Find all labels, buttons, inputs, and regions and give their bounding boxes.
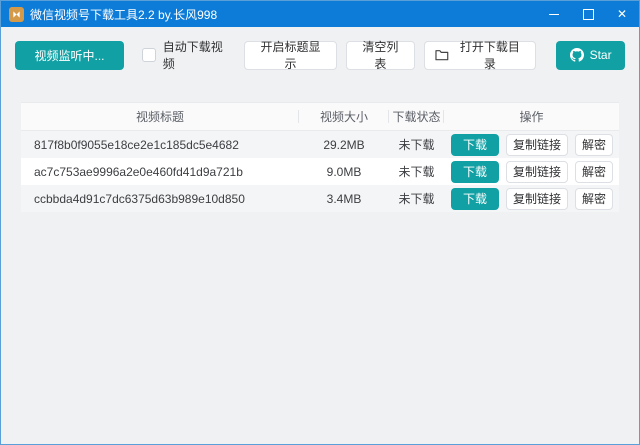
header-actions: 操作 (444, 103, 619, 130)
minimize-button[interactable] (537, 1, 571, 27)
video-title-cell: 817f8b0f9055e18ce2e1c185dc5e4682 (21, 138, 299, 152)
header-video-size: 视频大小 (299, 103, 389, 130)
table-row: ac7c753ae9996a2e0e460fd41d9a721b 9.0MB 未… (21, 158, 619, 185)
maximize-icon (583, 9, 594, 20)
title-bar: 微信视频号下载工具2.2 by.长风998 ✕ (1, 1, 639, 27)
video-size-cell: 3.4MB (299, 192, 389, 206)
star-button-label: Star (590, 48, 612, 62)
video-size-cell: 29.2MB (299, 138, 389, 152)
open-download-dir-button[interactable]: 打开下载目录 (424, 41, 536, 70)
toggle-title-display-button[interactable]: 开启标题显示 (244, 41, 337, 70)
header-video-title: 视频标题 (21, 103, 299, 130)
row-actions: 下载 复制链接 解密 (444, 188, 619, 210)
table-body: 817f8b0f9055e18ce2e1c185dc5e4682 29.2MB … (21, 131, 619, 212)
close-button[interactable]: ✕ (605, 1, 639, 27)
folder-icon (435, 49, 449, 61)
download-status-cell: 未下载 (389, 163, 444, 180)
download-button[interactable]: 下载 (451, 134, 499, 156)
row-actions: 下载 复制链接 解密 (444, 161, 619, 183)
wechat-channels-icon (11, 9, 22, 20)
video-size-cell: 9.0MB (299, 165, 389, 179)
window-controls: ✕ (537, 1, 639, 27)
github-icon (570, 48, 584, 62)
clear-list-button[interactable]: 清空列表 (346, 41, 415, 70)
header-download-status: 下载状态 (389, 103, 444, 130)
video-title-cell: ac7c753ae9996a2e0e460fd41d9a721b (21, 165, 299, 179)
download-status-cell: 未下载 (389, 190, 444, 207)
video-title-cell: ccbbda4d91c7dc6375d63b989e10d850 (21, 192, 299, 206)
decrypt-button[interactable]: 解密 (575, 161, 613, 183)
download-button[interactable]: 下载 (451, 161, 499, 183)
window-title: 微信视频号下载工具2.2 by.长风998 (30, 6, 217, 23)
copy-link-button[interactable]: 复制链接 (506, 134, 568, 156)
download-button[interactable]: 下载 (451, 188, 499, 210)
auto-download-checkbox-group: 自动下载视频 (142, 38, 233, 72)
row-actions: 下载 复制链接 解密 (444, 134, 619, 156)
video-listen-button[interactable]: 视频监听中... (15, 41, 124, 70)
table-row: 817f8b0f9055e18ce2e1c185dc5e4682 29.2MB … (21, 131, 619, 158)
decrypt-button[interactable]: 解密 (575, 188, 613, 210)
minimize-icon (549, 14, 559, 15)
open-download-dir-label: 打开下载目录 (455, 38, 526, 72)
decrypt-button[interactable]: 解密 (575, 134, 613, 156)
download-status-cell: 未下载 (389, 136, 444, 153)
close-icon: ✕ (617, 7, 627, 21)
toolbar: 视频监听中... 自动下载视频 开启标题显示 清空列表 打开下载目录 Star (15, 38, 625, 72)
video-table: 视频标题 视频大小 下载状态 操作 817f8b0f9055e18ce2e1c1… (21, 102, 619, 212)
copy-link-button[interactable]: 复制链接 (506, 188, 568, 210)
copy-link-button[interactable]: 复制链接 (506, 161, 568, 183)
auto-download-checkbox[interactable] (142, 48, 156, 62)
star-button[interactable]: Star (556, 41, 625, 70)
app-icon (9, 7, 24, 22)
table-row: ccbbda4d91c7dc6375d63b989e10d850 3.4MB 未… (21, 185, 619, 212)
app-window: 微信视频号下载工具2.2 by.长风998 ✕ 视频监听中... 自动下载视频 … (0, 0, 640, 445)
auto-download-label: 自动下载视频 (163, 38, 233, 72)
table-header: 视频标题 视频大小 下载状态 操作 (21, 102, 619, 131)
maximize-button[interactable] (571, 1, 605, 27)
